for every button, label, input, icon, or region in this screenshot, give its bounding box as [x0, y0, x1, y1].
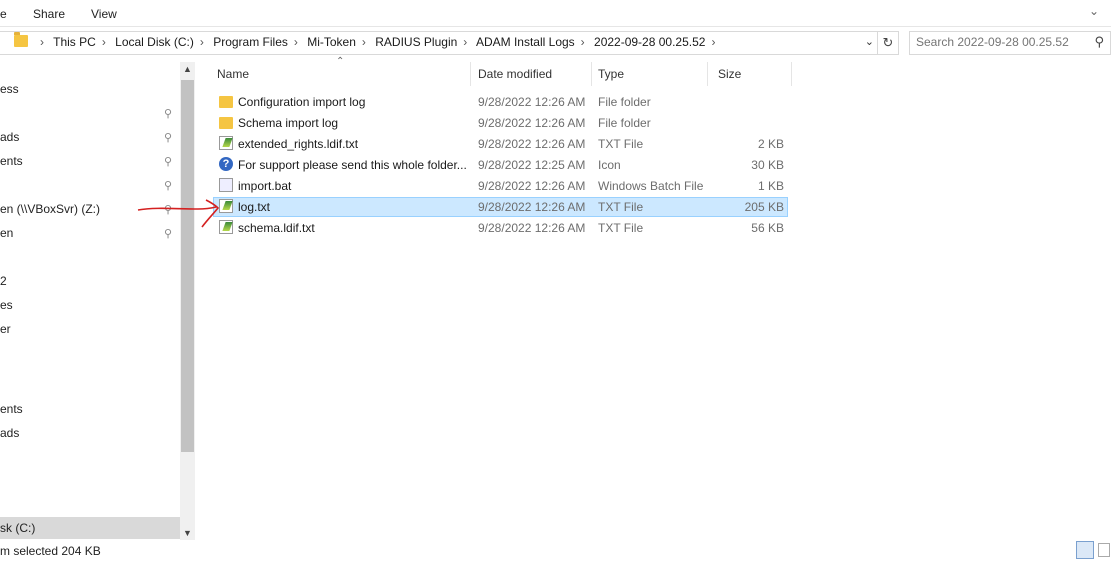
- file-date: 9/28/2022 12:26 AM: [478, 221, 586, 235]
- scrollbar-thumb[interactable]: [181, 80, 194, 452]
- file-name: schema.ldif.txt: [238, 221, 315, 235]
- file-name: import.bat: [238, 179, 292, 193]
- file-date: 9/28/2022 12:26 AM: [478, 116, 586, 130]
- search-icon: ⚲: [1094, 34, 1104, 49]
- crumb-current-folder[interactable]: 2022-09-28 00.25.52: [594, 35, 705, 49]
- nav-item-folder-2[interactable]: 2: [0, 274, 7, 288]
- nav-item-documents[interactable]: ents: [0, 154, 23, 168]
- batch-file-icon: [219, 178, 233, 192]
- view-toggle: [1076, 541, 1111, 561]
- scroll-down-icon[interactable]: ▼: [180, 528, 195, 538]
- file-size: 1 KB: [757, 179, 784, 193]
- breadcrumb: › This PC › Local Disk (C:) › Program File…: [34, 35, 721, 49]
- chevron-right-icon[interactable]: ›: [200, 35, 204, 49]
- chevron-right-icon[interactable]: ›: [711, 35, 715, 49]
- table-row[interactable]: import.bat 9/28/2022 12:26 AM Windows Ba…: [213, 176, 788, 196]
- file-type: TXT File: [598, 137, 644, 151]
- column-type[interactable]: Type: [592, 62, 708, 86]
- column-date-modified[interactable]: Date modified: [472, 62, 592, 86]
- tab-view[interactable]: View: [91, 7, 117, 21]
- nav-item-downloads[interactable]: ads: [0, 130, 19, 144]
- file-name: extended_rights.ldif.txt: [238, 137, 359, 151]
- file-date: 9/28/2022 12:26 AM: [478, 95, 586, 109]
- pin-icon: ⚲: [164, 132, 173, 144]
- question-icon: ?: [219, 157, 233, 171]
- chevron-right-icon[interactable]: ›: [102, 35, 106, 49]
- file-name: Schema import log: [238, 116, 339, 130]
- table-row[interactable]: extended_rights.ldif.txt 9/28/2022 12:26…: [213, 134, 788, 154]
- nav-item-local-disk[interactable]: sk (C:): [0, 521, 35, 535]
- crumb-this-pc[interactable]: This PC: [53, 35, 96, 49]
- tab-share[interactable]: Share: [33, 7, 65, 21]
- chevron-right-icon[interactable]: ›: [581, 35, 585, 49]
- search-box: ⚲: [909, 31, 1111, 55]
- file-date: 9/28/2022 12:26 AM: [478, 179, 586, 193]
- table-row[interactable]: schema.ldif.txt 9/28/2022 12:26 AM TXT F…: [213, 218, 788, 238]
- chevron-right-icon[interactable]: ›: [40, 35, 44, 49]
- nav-item-downloads-2[interactable]: ads: [0, 426, 19, 440]
- file-type: TXT File: [598, 221, 644, 235]
- selection-status: m selected 204 KB: [0, 544, 101, 558]
- column-name[interactable]: Name: [211, 62, 471, 86]
- table-row[interactable]: Schema import log 9/28/2022 12:26 AM Fil…: [213, 113, 788, 133]
- file-size: 2 KB: [757, 137, 784, 151]
- pin-icon: ⚲: [164, 180, 173, 192]
- chevron-right-icon[interactable]: ›: [294, 35, 298, 49]
- crumb-adam-install-logs[interactable]: ADAM Install Logs: [476, 35, 575, 49]
- nav-item-network-drive[interactable]: en (\\VBoxSvr) (Z:): [0, 202, 100, 216]
- nav-item-documents-2[interactable]: ents: [0, 402, 23, 416]
- pin-icon: ⚲: [164, 156, 173, 168]
- file-type: Windows Batch File: [598, 179, 704, 193]
- tab-file[interactable]: e: [0, 7, 7, 21]
- text-file-icon: [219, 136, 233, 150]
- nav-item-quick-access[interactable]: ess: [0, 82, 19, 96]
- nav-scrollbar[interactable]: ▲ ▼: [180, 62, 195, 540]
- crumb-mi-token[interactable]: Mi-Token: [307, 35, 356, 49]
- folder-icon: [219, 96, 233, 108]
- file-size: 30 KB: [751, 158, 784, 172]
- chevron-right-icon[interactable]: ›: [463, 35, 467, 49]
- refresh-icon[interactable]: ↻: [877, 32, 898, 54]
- file-date: 9/28/2022 12:26 AM: [478, 200, 586, 214]
- file-size: 56 KB: [751, 221, 784, 235]
- file-name: log.txt: [238, 200, 271, 214]
- crumb-radius-plugin[interactable]: RADIUS Plugin: [375, 35, 457, 49]
- navigation-pane: ess ⚲ ads ⚲ ents ⚲ ⚲ en (\\VBoxSvr) (Z:)…: [0, 62, 195, 540]
- nav-item-shared[interactable]: en: [0, 226, 13, 240]
- file-type: File folder: [598, 116, 651, 130]
- file-date: 9/28/2022 12:26 AM: [478, 137, 586, 151]
- large-icons-view-icon[interactable]: [1098, 543, 1110, 557]
- file-name: Configuration import log: [238, 95, 366, 109]
- table-row[interactable]: ? For support please send this whole fol…: [213, 155, 788, 175]
- file-type: TXT File: [598, 200, 644, 214]
- nav-item-folder-er[interactable]: er: [0, 322, 11, 336]
- chevron-down-icon[interactable]: ⌄: [865, 35, 874, 48]
- crumb-local-disk[interactable]: Local Disk (C:): [115, 35, 194, 49]
- nav-item-folder-es[interactable]: es: [0, 298, 13, 312]
- details-view-icon[interactable]: [1076, 541, 1094, 559]
- search-input[interactable]: [916, 35, 1086, 49]
- crumb-program-files[interactable]: Program Files: [213, 35, 288, 49]
- file-type: Icon: [598, 158, 621, 172]
- folder-icon: [14, 32, 28, 47]
- file-size: 205 KB: [744, 200, 784, 214]
- address-bar[interactable]: › This PC › Local Disk (C:) › Program File…: [0, 31, 899, 55]
- chevron-right-icon[interactable]: ›: [362, 35, 366, 49]
- expand-ribbon-icon[interactable]: ⌄: [1089, 4, 1099, 18]
- annotation-arrow: [137, 199, 220, 228]
- file-type: File folder: [598, 95, 651, 109]
- scroll-up-icon[interactable]: ▲: [180, 64, 195, 74]
- ribbon: e Share View ⌄: [0, 0, 1111, 27]
- column-size[interactable]: Size: [712, 62, 792, 86]
- table-row-selected[interactable]: log.txt 9/28/2022 12:26 AM TXT File 205 …: [213, 197, 788, 217]
- file-date: 9/28/2022 12:25 AM: [478, 158, 586, 172]
- pin-icon: ⚲: [164, 108, 173, 120]
- table-row[interactable]: Configuration import log 9/28/2022 12:26…: [213, 92, 788, 112]
- file-name: For support please send this whole folde…: [238, 158, 467, 172]
- status-bar: m selected 204 KB: [0, 544, 101, 558]
- folder-icon: [219, 117, 233, 129]
